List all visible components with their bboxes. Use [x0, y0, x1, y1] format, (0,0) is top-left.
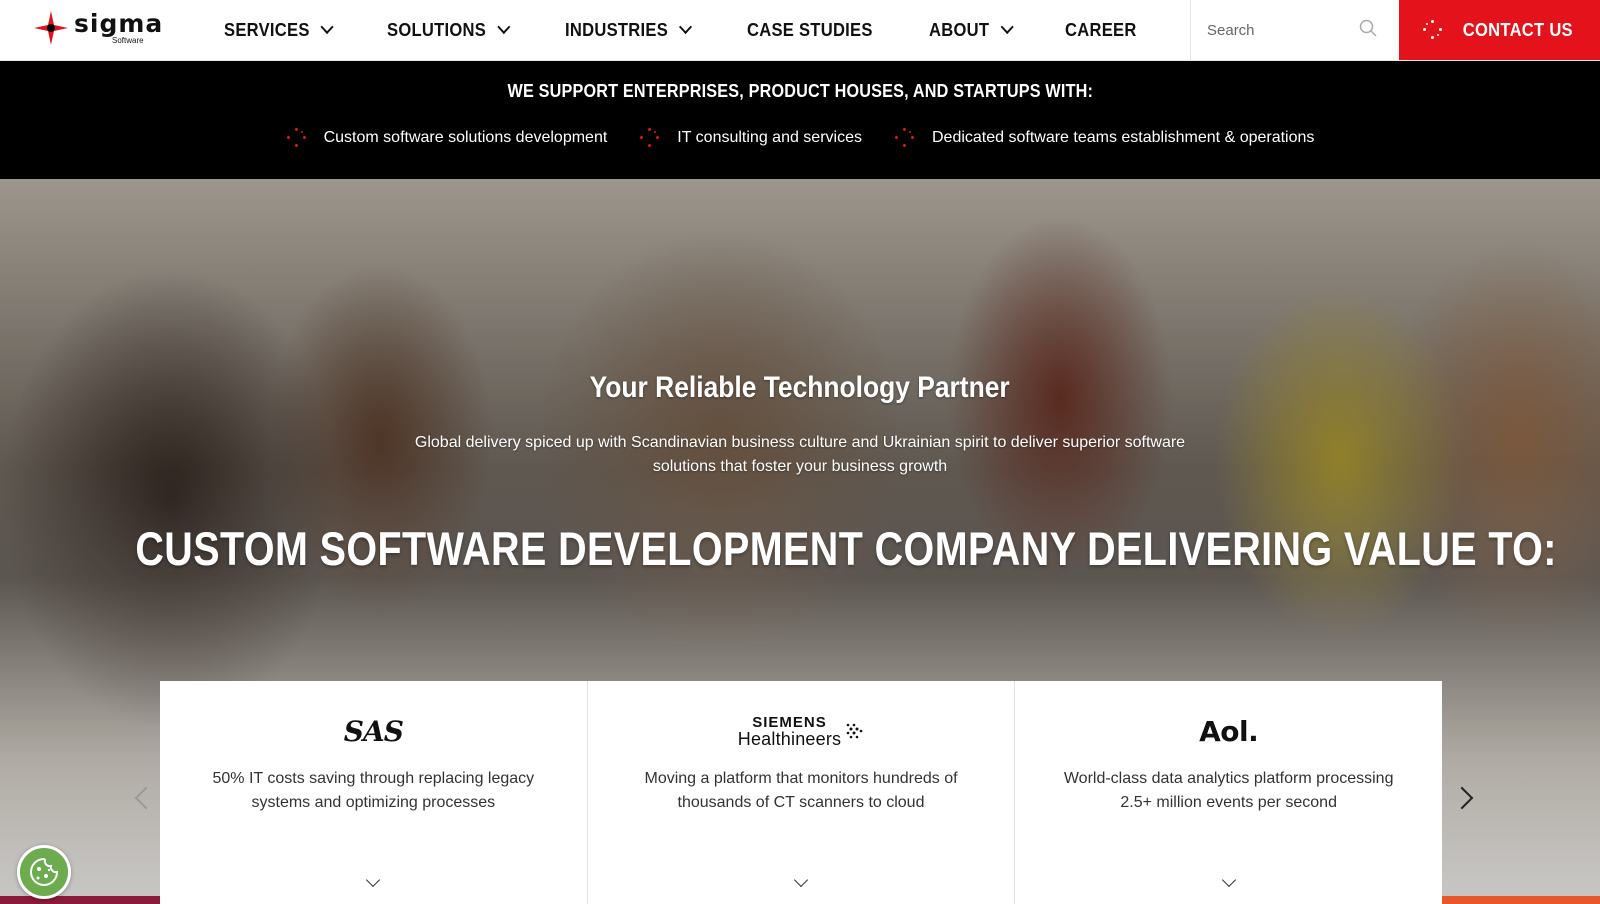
case-card-text: Moving a platform that monitors hundreds… — [644, 770, 958, 811]
nav-industries-label: INDUSTRIES — [564, 19, 668, 40]
nav-about-label: ABOUT — [929, 19, 990, 40]
banner-title: WE SUPPORT ENTERPRISES, PRODUCT HOUSES, … — [507, 81, 1093, 101]
banner-item[interactable]: IT consulting and services — [639, 127, 862, 149]
cookie-settings-button[interactable] — [17, 845, 71, 899]
sparkle-dots-icon — [894, 127, 916, 149]
nav-solutions[interactable]: SOLUTIONS — [387, 19, 511, 41]
banner-item[interactable]: Dedicated software teams establishment &… — [894, 127, 1314, 149]
case-card-aol[interactable]: Aol. World-class data analytics platform… — [1015, 681, 1442, 904]
case-card-text: 50% IT costs saving through replacing le… — [212, 770, 535, 811]
nav-career-label: CAREER — [1064, 19, 1137, 40]
services-banner: WE SUPPORT ENTERPRISES, PRODUCT HOUSES, … — [0, 61, 1600, 179]
siemens-logo-line2: Healthineers — [737, 728, 842, 749]
nav-industries[interactable]: INDUSTRIES — [564, 19, 692, 41]
chevron-down-icon[interactable] — [1221, 872, 1236, 888]
case-cards-carousel: SAS 50% IT costs saving through replacin… — [160, 681, 1442, 904]
nav-case-studies[interactable]: CASE STUDIES — [747, 20, 873, 41]
case-card-text: World-class data analytics platform proc… — [1063, 770, 1394, 811]
hero-subtitle: Global delivery spiced up with Scandinav… — [414, 434, 1186, 475]
chevron-down-icon — [1000, 19, 1014, 35]
banner-items: Custom software solutions development IT… — [0, 127, 1600, 149]
siemens-logo-line1: SIEMENS — [752, 713, 827, 731]
chevron-down-icon — [678, 19, 692, 35]
chevron-down-icon — [320, 19, 334, 35]
banner-item[interactable]: Custom software solutions development — [286, 127, 608, 149]
nav-services-label: SERVICES — [224, 19, 310, 40]
chevron-down-icon[interactable] — [366, 872, 381, 888]
nav-career[interactable]: CAREER — [1065, 20, 1137, 41]
logo-wordmark: sigma — [74, 9, 164, 38]
cookie-icon — [30, 857, 59, 886]
sas-logo: SAS — [343, 714, 404, 748]
dots-icon — [846, 723, 863, 739]
contact-us-label: CONTACT US — [1462, 19, 1573, 40]
hero-title: Your Reliable Technology Partner — [589, 371, 1011, 404]
chevron-down-icon — [497, 19, 511, 35]
search-box — [1190, 0, 1399, 60]
hero-headline: CUSTOM SOFTWARE DEVELOPMENT COMPANY DELI… — [135, 522, 1557, 575]
accent-bar-right — [1442, 896, 1600, 904]
banner-item-label: IT consulting and services — [677, 129, 862, 146]
search-input[interactable] — [1207, 21, 1357, 39]
sparkle-dots-icon — [639, 127, 661, 149]
nav-solutions-label: SOLUTIONS — [387, 19, 487, 40]
sigma-logo[interactable]: sigma Software — [32, 8, 172, 48]
search-icon[interactable] — [1359, 19, 1377, 37]
site-header: sigma Software SERVICES SOLUTIONS INDUST… — [0, 0, 1600, 61]
case-card-siemens[interactable]: SIEMENS Healthineers Moving a platform t… — [588, 681, 1016, 904]
sigma-logo-icon — [32, 9, 70, 47]
aol-logo: Aol. — [1199, 714, 1259, 748]
main-nav: SERVICES SOLUTIONS INDUSTRIES CASE STUDI… — [224, 0, 1189, 60]
chevron-down-icon[interactable] — [793, 872, 809, 888]
accent-bar-left — [0, 896, 160, 904]
sparkle-dots-icon — [1422, 19, 1444, 41]
nav-services[interactable]: SERVICES — [224, 19, 334, 41]
banner-item-label: Dedicated software teams establishment &… — [931, 129, 1315, 146]
contact-us-button[interactable]: CONTACT US — [1399, 0, 1600, 60]
logo-subtitle: Software — [112, 36, 144, 45]
nav-about[interactable]: ABOUT — [929, 19, 1014, 41]
sparkle-dots-icon — [286, 127, 308, 149]
case-card-sas[interactable]: SAS 50% IT costs saving through replacin… — [160, 681, 588, 904]
nav-case-studies-label: CASE STUDIES — [746, 19, 873, 40]
banner-item-label: Custom software solutions development — [323, 129, 608, 146]
siemens-healthineers-logo: SIEMENS Healthineers — [738, 715, 864, 748]
